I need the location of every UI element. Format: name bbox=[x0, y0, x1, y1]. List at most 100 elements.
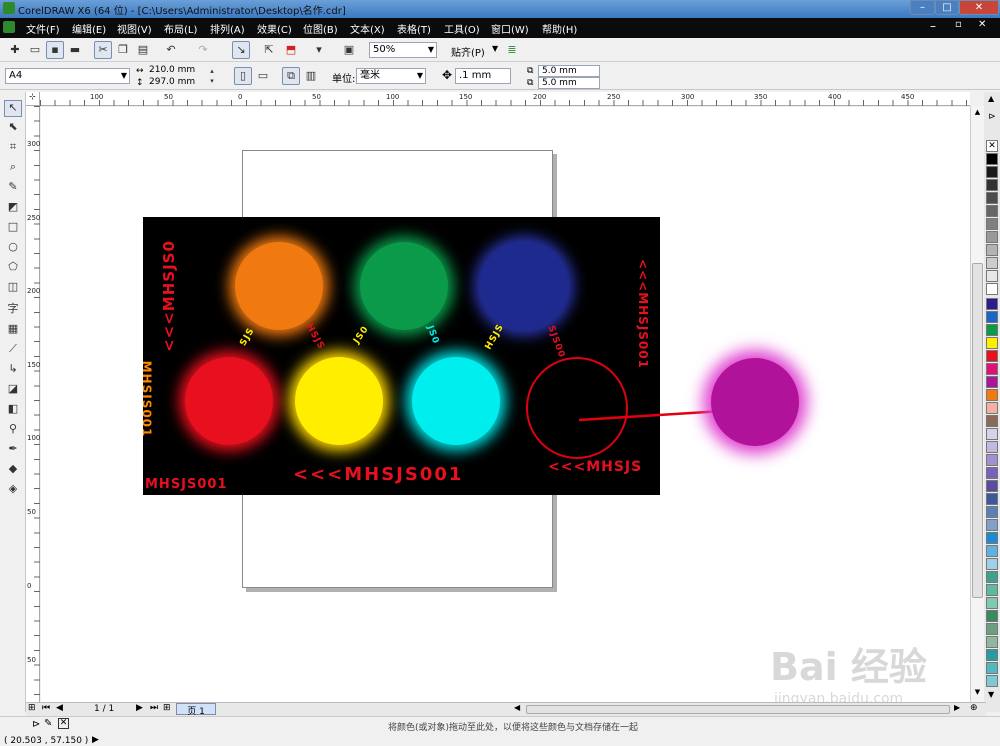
color-swatch[interactable] bbox=[986, 298, 998, 310]
color-swatch[interactable] bbox=[986, 166, 998, 178]
color-swatch[interactable] bbox=[986, 428, 998, 440]
application-launcher-icon[interactable]: ▾ bbox=[310, 41, 328, 59]
crop-tool-icon[interactable]: ⌗ bbox=[4, 140, 22, 157]
no-fill-icon[interactable]: ✕ bbox=[58, 718, 69, 729]
page-height-input[interactable]: 297.0 mm bbox=[146, 77, 204, 89]
chevron-down-icon[interactable]: ▼ bbox=[492, 44, 498, 53]
duplicate-x-input[interactable]: 5.0 mm bbox=[538, 65, 600, 77]
menu-layout[interactable]: 布局(L) bbox=[164, 21, 197, 36]
interactive-fill-icon[interactable]: ◈ bbox=[4, 482, 22, 499]
all-pages-icon[interactable]: ⧉ bbox=[282, 67, 300, 85]
print-icon[interactable]: ▬ bbox=[66, 41, 84, 59]
doc-restore-button[interactable]: ▫ bbox=[955, 19, 962, 30]
color-swatch[interactable] bbox=[986, 376, 998, 388]
page-tab[interactable]: 页 1 bbox=[176, 703, 216, 717]
current-page-icon[interactable]: ▥ bbox=[302, 67, 320, 85]
color-swatch[interactable] bbox=[986, 283, 998, 295]
first-page-icon[interactable]: ⏮ bbox=[42, 703, 50, 713]
menu-file[interactable]: 文件(F) bbox=[26, 21, 60, 36]
color-swatch[interactable] bbox=[986, 415, 998, 427]
color-swatch[interactable] bbox=[986, 337, 998, 349]
blend-tool-icon[interactable]: ◪ bbox=[4, 382, 22, 399]
vertical-ruler[interactable]: 300 250 200 150 100 50 0 50 bbox=[26, 106, 40, 702]
color-swatch[interactable] bbox=[986, 649, 998, 661]
last-page-icon[interactable]: ⏭ bbox=[150, 703, 158, 713]
minimize-button[interactable]: – bbox=[910, 0, 935, 15]
menu-tools[interactable]: 工具(O) bbox=[444, 21, 480, 36]
welcome-screen-icon[interactable]: ▣ bbox=[340, 41, 358, 59]
horizontal-ruler[interactable]: 100 50 0 50 100 150 200 250 300 350 400 … bbox=[40, 92, 970, 106]
page-size-select[interactable]: A4 ▼ bbox=[5, 68, 130, 84]
zoom-navigator-icon[interactable]: ⊕ bbox=[970, 703, 978, 713]
next-page-icon[interactable]: ▶ bbox=[136, 703, 143, 713]
size-spinner[interactable]: ▴ ▾ bbox=[205, 65, 219, 87]
menu-window[interactable]: 窗口(W) bbox=[491, 21, 529, 36]
color-swatch[interactable] bbox=[986, 205, 998, 217]
menu-arrange[interactable]: 排列(A) bbox=[210, 21, 245, 36]
color-swatch[interactable] bbox=[986, 519, 998, 531]
outline-pen-icon[interactable]: ✒ bbox=[4, 442, 22, 459]
menu-bitmaps[interactable]: 位图(B) bbox=[303, 21, 338, 36]
cut-icon[interactable]: ✂ bbox=[94, 41, 112, 59]
color-swatch[interactable] bbox=[986, 454, 998, 466]
freehand-tool-icon[interactable]: ✎ bbox=[4, 180, 22, 197]
color-swatch[interactable] bbox=[986, 662, 998, 674]
publish-pdf-icon[interactable]: ⬒ bbox=[282, 41, 300, 59]
palette-up-icon[interactable]: ▲ bbox=[988, 94, 994, 103]
zoom-level-select[interactable]: 50% ▼ bbox=[369, 42, 437, 58]
app-menu-icon[interactable] bbox=[3, 21, 15, 33]
color-swatch[interactable] bbox=[986, 324, 998, 336]
basic-shapes-icon[interactable]: ◫ bbox=[4, 280, 22, 297]
green-glow-circle[interactable] bbox=[360, 242, 448, 330]
color-swatch[interactable] bbox=[986, 402, 998, 414]
color-swatch[interactable] bbox=[986, 571, 998, 583]
add-page-icon[interactable]: ⊞ bbox=[28, 703, 36, 713]
doc-close-button[interactable]: ✕ bbox=[978, 19, 986, 30]
red-glow-circle[interactable] bbox=[185, 357, 273, 445]
pick-tool-icon[interactable]: ↖ bbox=[4, 100, 22, 117]
poster-artwork[interactable]: SJS HSJS JS0 JS0 HSJS SJS00 <<<MHSJS0 <<… bbox=[143, 217, 660, 495]
undo-icon[interactable]: ↶ bbox=[162, 41, 180, 59]
options-icon[interactable]: ≣ bbox=[503, 41, 521, 59]
transparency-tool-icon[interactable]: ◧ bbox=[4, 402, 22, 419]
color-swatch[interactable] bbox=[986, 389, 998, 401]
vertical-scrollbar[interactable]: ▲ ▼ bbox=[970, 106, 984, 702]
prev-page-icon[interactable]: ◀ bbox=[56, 703, 63, 713]
export-icon[interactable]: ⇱ bbox=[260, 41, 278, 59]
color-swatch[interactable] bbox=[986, 179, 998, 191]
snap-to-button[interactable]: 贴齐(P) bbox=[451, 44, 485, 59]
color-swatch[interactable] bbox=[986, 244, 998, 256]
new-document-icon[interactable]: ✚ bbox=[6, 41, 24, 59]
cyan-glow-circle[interactable] bbox=[412, 357, 500, 445]
menu-table[interactable]: 表格(T) bbox=[397, 21, 431, 36]
copy-icon[interactable]: ❐ bbox=[114, 41, 132, 59]
zoom-tool-icon[interactable]: ⌕ bbox=[4, 160, 22, 177]
color-swatch[interactable] bbox=[986, 623, 998, 635]
paste-icon[interactable]: ▤ bbox=[134, 41, 152, 59]
color-swatch[interactable] bbox=[986, 597, 998, 609]
drawing-canvas[interactable]: SJS HSJS JS0 JS0 HSJS SJS00 <<<MHSJS0 <<… bbox=[41, 107, 970, 702]
color-swatch[interactable] bbox=[986, 584, 998, 596]
page-width-input[interactable]: 210.0 mm bbox=[146, 65, 204, 77]
color-eyedropper-icon[interactable]: ⊳ bbox=[32, 719, 40, 730]
color-swatch[interactable] bbox=[986, 675, 998, 687]
orange-glow-circle[interactable] bbox=[235, 242, 323, 330]
color-swatch[interactable] bbox=[986, 218, 998, 230]
menu-effects[interactable]: 效果(C) bbox=[257, 21, 292, 36]
color-swatch[interactable] bbox=[986, 545, 998, 557]
hscroll-left-icon[interactable]: ◀ bbox=[514, 703, 520, 712]
hscroll-right-icon[interactable]: ▶ bbox=[954, 703, 960, 712]
polygon-tool-icon[interactable]: ⬠ bbox=[4, 260, 22, 277]
rectangle-tool-icon[interactable]: □ bbox=[4, 220, 22, 237]
table-tool-icon[interactable]: ▦ bbox=[4, 322, 22, 339]
add-page-after-icon[interactable]: ⊞ bbox=[163, 703, 171, 713]
scroll-thumb[interactable] bbox=[972, 263, 983, 598]
import-icon[interactable]: ↘ bbox=[232, 41, 250, 59]
redo-icon[interactable]: ↷ bbox=[194, 41, 212, 59]
scroll-up-icon[interactable]: ▲ bbox=[972, 108, 983, 118]
menu-edit[interactable]: 编辑(E) bbox=[72, 21, 106, 36]
landscape-icon[interactable]: ▭ bbox=[254, 67, 272, 85]
color-swatch[interactable] bbox=[986, 441, 998, 453]
smart-fill-icon[interactable]: ◩ bbox=[4, 200, 22, 217]
color-swatch[interactable] bbox=[986, 532, 998, 544]
